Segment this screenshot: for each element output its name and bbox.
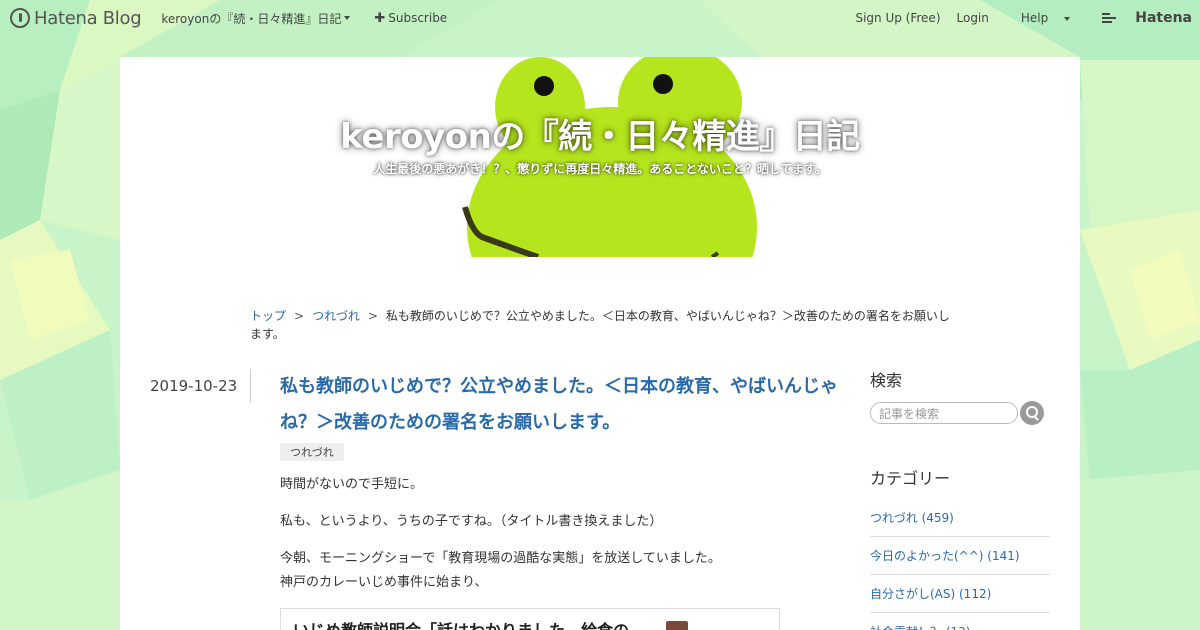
breadcrumb: トップ > つれづれ > 私も教師のいじめで？公立やめました。＜日本の教育、やばいんじゃ… <box>250 307 950 343</box>
search-heading: 検索 <box>870 371 903 390</box>
category-module: カテゴリー つれづれ (459) 今日のよかった(^^) (141) 自分さがし… <box>870 465 1050 630</box>
category-list: つれづれ (459) 今日のよかった(^^) (141) 自分さがし(AS) (… <box>870 499 1050 630</box>
subscribe-label: Subscribe <box>388 11 448 25</box>
embedded-link-card[interactable]: いじめ教師説明会「話はわかりました、給食の <box>280 608 780 630</box>
login-link[interactable]: Login <box>957 11 989 25</box>
signup-link[interactable]: Sign Up (Free) <box>855 11 940 25</box>
help-label: Help <box>1020 11 1049 25</box>
account-links: Sign Up (Free) Login Help Hatena <box>839 10 1192 26</box>
date-divider <box>250 369 251 403</box>
caret-down-icon <box>1064 16 1071 21</box>
entry-category-tag[interactable]: つれづれ <box>280 443 344 461</box>
hatena-logo[interactable]: Hatena <box>1086 10 1192 26</box>
blog-menu-label: keroyonの『続・日々精進』日記 <box>161 11 342 26</box>
category-item[interactable]: 今日のよかった(^^) (141) <box>870 537 1050 575</box>
sidebar: 検索 記事を検索 カテゴリー つれづれ (459) 今日のよかった(^^) (1… <box>870 367 1050 630</box>
category-item[interactable]: 自分さがし(AS) (112) <box>870 575 1050 613</box>
global-header: Hatena Blog keroyonの『続・日々精進』日記 ✚ Subscri… <box>0 0 1200 36</box>
search-icon[interactable] <box>1020 401 1044 425</box>
entry-paragraph: 私も、というより、うちの子ですね。（タイトル書き換えました） <box>280 514 663 529</box>
hatena-logo-text: Hatena <box>1135 10 1192 26</box>
blog-title[interactable]: keroyonの『続・日々精進』日記 <box>120 109 1080 158</box>
hatena-lines-icon <box>1102 13 1117 23</box>
entry-article: 私も教師のいじめで？公立やめました。＜日本の教育、やばいんじゃね？＞改善のための… <box>280 369 840 630</box>
blog-description: 人生最後の悪あがき！？、懲りずに再度日々精進。あることないこと？晒してます。 <box>373 162 827 176</box>
breadcrumb-category-link[interactable]: つれづれ <box>312 309 360 323</box>
breadcrumb-separator: > <box>367 309 378 323</box>
search-input[interactable]: 記事を検索 <box>870 402 1018 424</box>
breadcrumb-separator: > <box>294 309 305 323</box>
category-heading: カテゴリー <box>870 469 951 488</box>
category-item[interactable]: つれづれ (459) <box>870 499 1050 537</box>
entry-date[interactable]: 2019-10-23 <box>150 377 237 395</box>
entry-paragraph: 時間がないので手短に。 <box>280 477 424 492</box>
caret-down-icon <box>344 16 351 20</box>
entry-title[interactable]: 私も教師のいじめで？公立やめました。＜日本の教育、やばいんじゃね？＞改善のための… <box>280 369 840 441</box>
blog-menu-dropdown[interactable]: keroyonの『続・日々精進』日記 <box>161 10 351 27</box>
category-item[interactable]: 社会貢献！？ (13) <box>870 613 1050 630</box>
help-menu[interactable]: Help <box>1005 11 1071 25</box>
hatena-blog-logo[interactable]: Hatena Blog <box>10 7 142 29</box>
breadcrumb-top-link[interactable]: トップ <box>250 309 286 323</box>
subscribe-button[interactable]: ✚ Subscribe <box>374 11 447 26</box>
embed-thumbnail <box>666 621 688 630</box>
paragraph-line: 今朝、モーニングショーで「教育現場の過酷な実態」を放送していました。 <box>280 551 721 566</box>
paragraph-line: 神戸のカレーいじめ事件に始まり、 <box>280 575 488 590</box>
search-form: 記事を検索 <box>870 401 1050 425</box>
entry-paragraph: 今朝、モーニングショーで「教育現場の過酷な実態」を放送していました。 神戸のカレー… <box>280 547 840 595</box>
blog-main-panel: keroyonの『続・日々精進』日記 人生最後の悪あがき！？、懲りずに再度日々精… <box>120 57 1080 630</box>
plus-icon: ✚ <box>374 10 386 26</box>
entry-body: 時間がないので手短に。 私も、というより、うちの子ですね。（タイトル書き換えまし… <box>280 473 840 630</box>
embed-title: いじめ教師説明会「話はわかりました、給食の <box>293 621 629 630</box>
hatena-blog-icon <box>10 8 30 28</box>
logo-text: Hatena Blog <box>34 7 142 29</box>
